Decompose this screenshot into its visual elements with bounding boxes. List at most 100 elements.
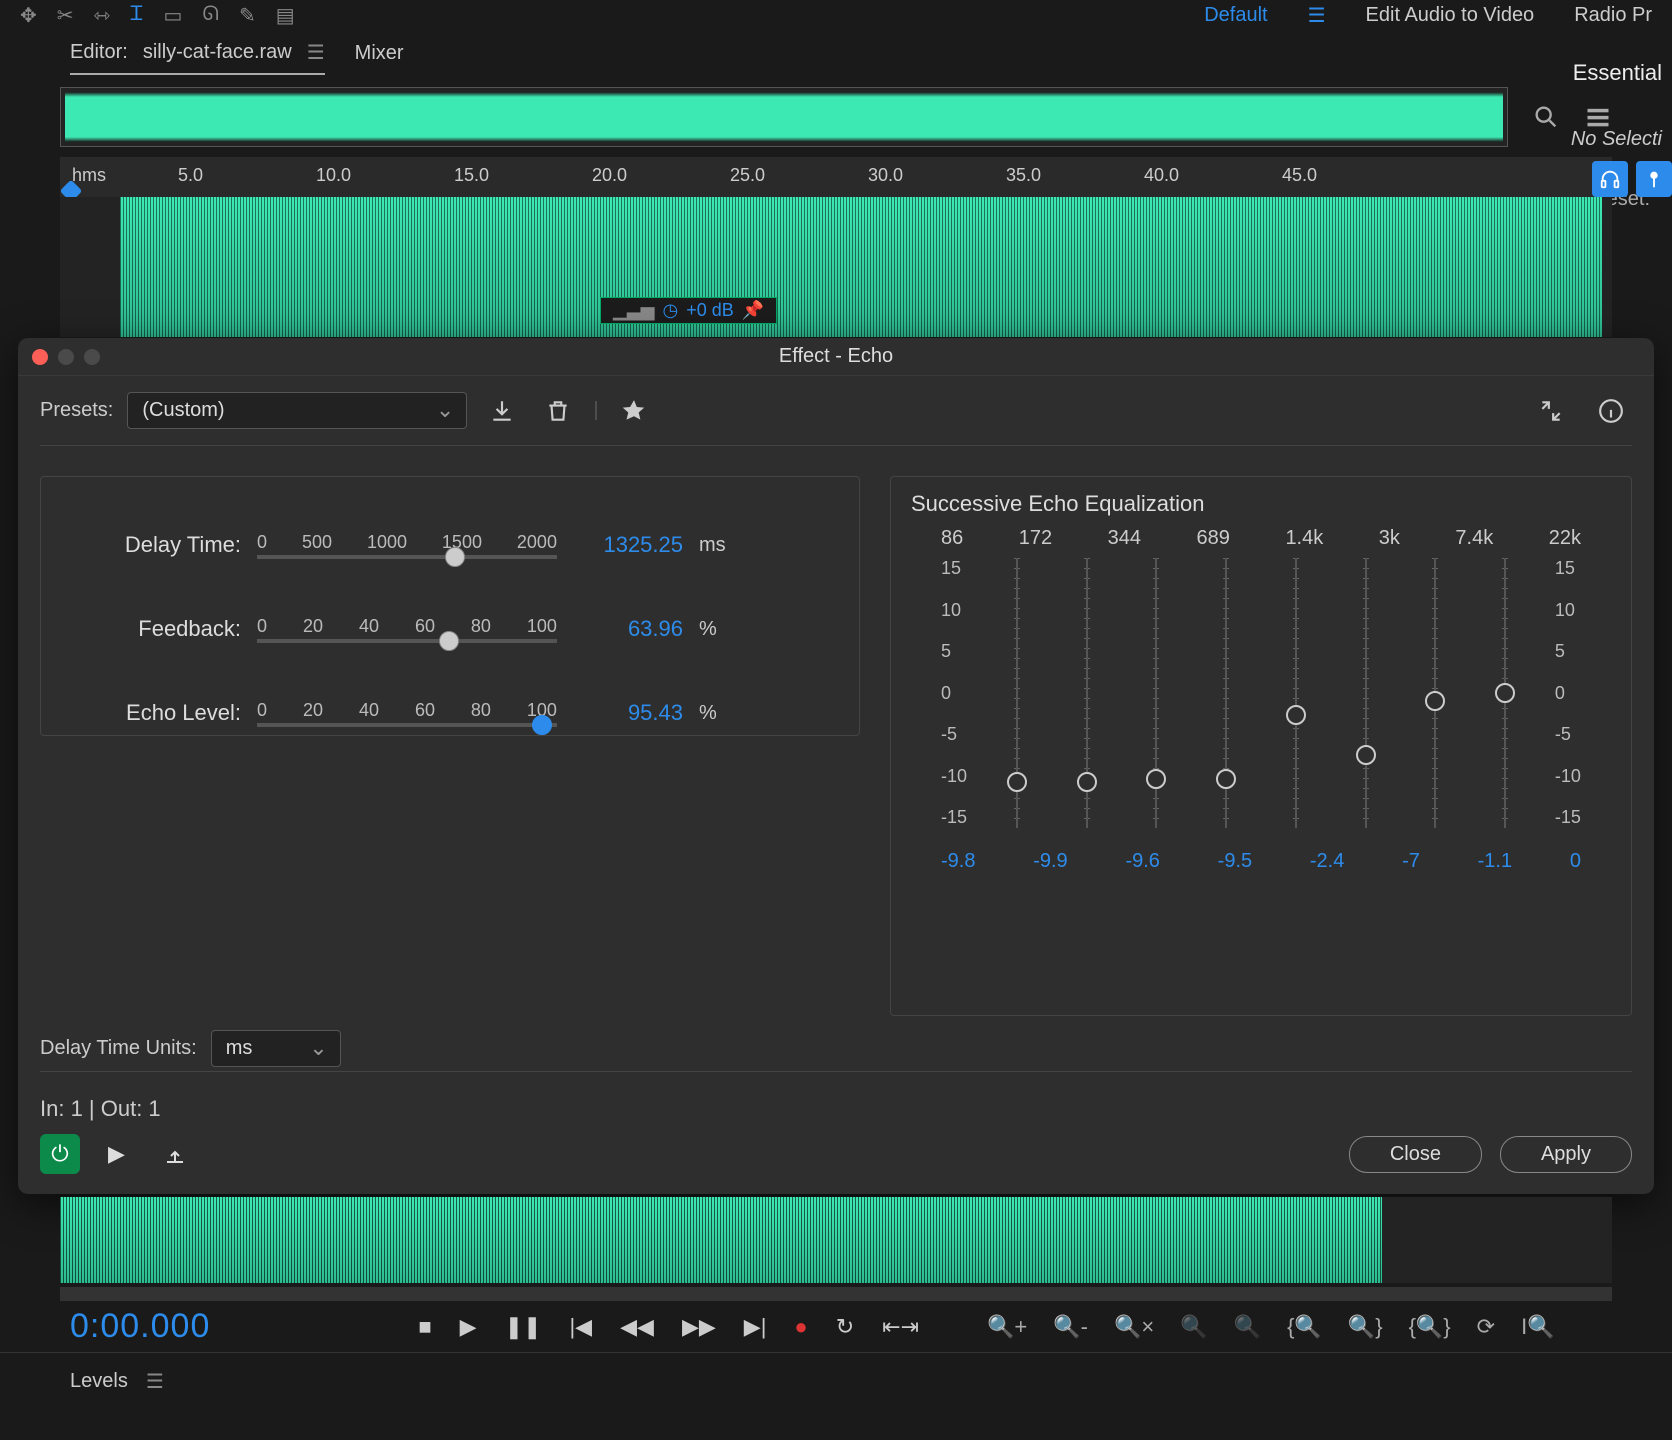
zoom-sel2-icon[interactable]: 🔍 (1234, 1314, 1261, 1340)
preview-export-icon[interactable] (153, 1136, 197, 1172)
levels-panel-header[interactable]: Levels ☰ (0, 1352, 1672, 1410)
skip-silence-button[interactable]: ⇤⇥ (882, 1314, 919, 1340)
param-label: Delay Time: (81, 532, 241, 558)
lasso-tool-icon[interactable]: ᘏ (202, 3, 219, 28)
info-icon[interactable] (1590, 394, 1632, 428)
eq-value[interactable]: -1.1 (1478, 850, 1512, 873)
eq-slider-689[interactable] (1206, 558, 1246, 840)
razor-tool-icon[interactable]: ✂ (57, 3, 74, 28)
eq-value[interactable]: -2.4 (1310, 850, 1344, 873)
rewind-button[interactable]: ◀◀ (620, 1314, 654, 1340)
feedback-slider[interactable] (257, 639, 557, 643)
scale-tick: 80 (471, 616, 491, 637)
eq-slider-3k[interactable] (1346, 558, 1386, 840)
echo-level-value[interactable]: 95.43 (573, 700, 683, 726)
param-delay-time: Delay Time: 0 500 1000 1500 2000 1325.25… (81, 503, 819, 587)
eq-slider-7.4k[interactable] (1415, 558, 1455, 840)
lower-waveform[interactable]: -1 (60, 1197, 1612, 1283)
dialog-titlebar[interactable]: Effect - Echo (18, 338, 1654, 376)
record-button[interactable]: ● (794, 1314, 807, 1340)
window-minimize-icon[interactable] (58, 349, 74, 365)
eq-value[interactable]: -9.8 (941, 850, 975, 873)
side-panel-title[interactable]: Essential (1573, 60, 1662, 86)
presets-dropdown[interactable]: (Custom) (127, 392, 467, 429)
fastfwd-button[interactable]: ▶▶ (682, 1314, 716, 1340)
eq-slider-86[interactable] (997, 558, 1037, 840)
zoom-range-icon[interactable]: {🔍} (1409, 1314, 1451, 1340)
eq-value[interactable]: 0 (1570, 850, 1581, 873)
span-tool-icon[interactable]: ⇿ (94, 3, 111, 28)
timeline-scrollbar[interactable] (60, 1287, 1612, 1301)
preview-play-button[interactable]: ▶ (98, 1135, 135, 1173)
delay-time-value[interactable]: 1325.25 (573, 532, 683, 558)
tool-icons: ✥ ✂ ⇿ Ꮖ ▭ ᘏ ✎ ▤ (20, 3, 295, 28)
zoom-time-icon[interactable]: ⟳ (1477, 1314, 1495, 1340)
eq-value[interactable]: -9.9 (1033, 850, 1067, 873)
move-tool-icon[interactable]: ✥ (20, 3, 37, 28)
brush-tool-icon[interactable]: ✎ (239, 3, 256, 28)
tab-menu-icon[interactable]: ☰ (307, 40, 325, 65)
delete-preset-icon[interactable] (537, 394, 579, 428)
overview-list-icon[interactable] (1584, 103, 1612, 131)
zoom-reset-icon[interactable] (1532, 103, 1560, 131)
eq-value[interactable]: -7 (1402, 850, 1420, 873)
delay-time-slider[interactable] (257, 555, 557, 559)
echo-level-slider[interactable] (257, 723, 557, 727)
save-preset-icon[interactable] (481, 394, 523, 428)
routing-icon[interactable] (1530, 394, 1572, 428)
play-button[interactable]: ▶ (460, 1314, 477, 1340)
marquee-tool-icon[interactable]: ▭ (163, 3, 182, 28)
workspace-edit-audio[interactable]: Edit Audio to Video (1366, 4, 1535, 27)
waveform-hud[interactable]: ▁▃▅ ◷ +0 dB 📌 (600, 297, 777, 324)
eq-slider-172[interactable] (1067, 558, 1107, 840)
overview-waveform[interactable] (60, 87, 1508, 147)
stop-button[interactable]: ■ (418, 1314, 431, 1340)
eq-value[interactable]: -9.6 (1125, 850, 1159, 873)
ruler-mark: 45.0 (1282, 165, 1317, 186)
workspace-default[interactable]: Default (1204, 4, 1267, 27)
zoom-full-icon[interactable]: 🔍× (1114, 1314, 1154, 1340)
zoom-in-point-icon[interactable]: {🔍 (1287, 1314, 1322, 1340)
workspace-menu-icon[interactable]: ☰ (1308, 3, 1326, 28)
i-beam-tool-icon[interactable]: Ꮖ (130, 3, 143, 28)
zoom-vert-icon[interactable]: I🔍 (1521, 1314, 1555, 1340)
zoom-out-icon[interactable]: 🔍- (1053, 1314, 1088, 1340)
close-button[interactable]: Close (1349, 1136, 1482, 1173)
loop-button[interactable]: ↻ (836, 1314, 854, 1340)
pause-button[interactable]: ❚❚ (505, 1314, 542, 1340)
eq-band-label: 7.4k (1455, 527, 1493, 550)
delay-units-dropdown[interactable]: ms (211, 1030, 341, 1067)
zoom-out-point-icon[interactable]: 🔍} (1348, 1314, 1383, 1340)
ruler-mark: 25.0 (730, 165, 765, 186)
favorite-icon[interactable] (613, 394, 655, 428)
window-close-icon[interactable] (32, 349, 48, 365)
window-zoom-icon[interactable] (84, 349, 100, 365)
time-ruler[interactable]: hms 5.0 10.0 15.0 20.0 25.0 30.0 35.0 40… (60, 157, 1612, 197)
delay-units-label: Delay Time Units: (40, 1037, 197, 1060)
tab-editor[interactable]: Editor: silly-cat-face.raw ☰ (70, 40, 325, 75)
levels-menu-icon[interactable]: ☰ (146, 1369, 164, 1394)
eq-value[interactable]: -9.5 (1218, 850, 1252, 873)
feedback-unit: % (699, 618, 717, 641)
presets-value: (Custom) (142, 399, 224, 421)
pin-icon[interactable] (1636, 161, 1672, 197)
feedback-value[interactable]: 63.96 (573, 616, 683, 642)
eq-slider-1.4k[interactable] (1276, 558, 1316, 840)
eq-slider-22k[interactable] (1485, 558, 1525, 840)
go-start-button[interactable]: |◀ (569, 1314, 592, 1340)
hud-pin-icon[interactable]: 📌 (742, 300, 764, 321)
go-end-button[interactable]: ▶| (744, 1314, 767, 1340)
eraser-tool-icon[interactable]: ▤ (276, 3, 295, 28)
zoom-in-icon[interactable]: 🔍+ (987, 1314, 1027, 1340)
main-waveform[interactable]: dB -1 ▁▃▅ ◷ +0 dB 📌 (60, 197, 1612, 337)
tab-mixer[interactable]: Mixer (355, 42, 404, 73)
effect-power-button[interactable]: ⏻ (40, 1134, 80, 1174)
dialog-title: Effect - Echo (779, 345, 893, 368)
workspace-radio[interactable]: Radio Pr (1574, 4, 1652, 27)
timecode-display[interactable]: 0:00.000 (70, 1307, 210, 1346)
apply-button[interactable]: Apply (1500, 1136, 1632, 1173)
ruler-hms: hms (72, 165, 106, 186)
eq-slider-344[interactable] (1136, 558, 1176, 840)
zoom-sel-icon[interactable]: 🔍 (1180, 1314, 1207, 1340)
headphones-icon[interactable] (1592, 161, 1628, 197)
